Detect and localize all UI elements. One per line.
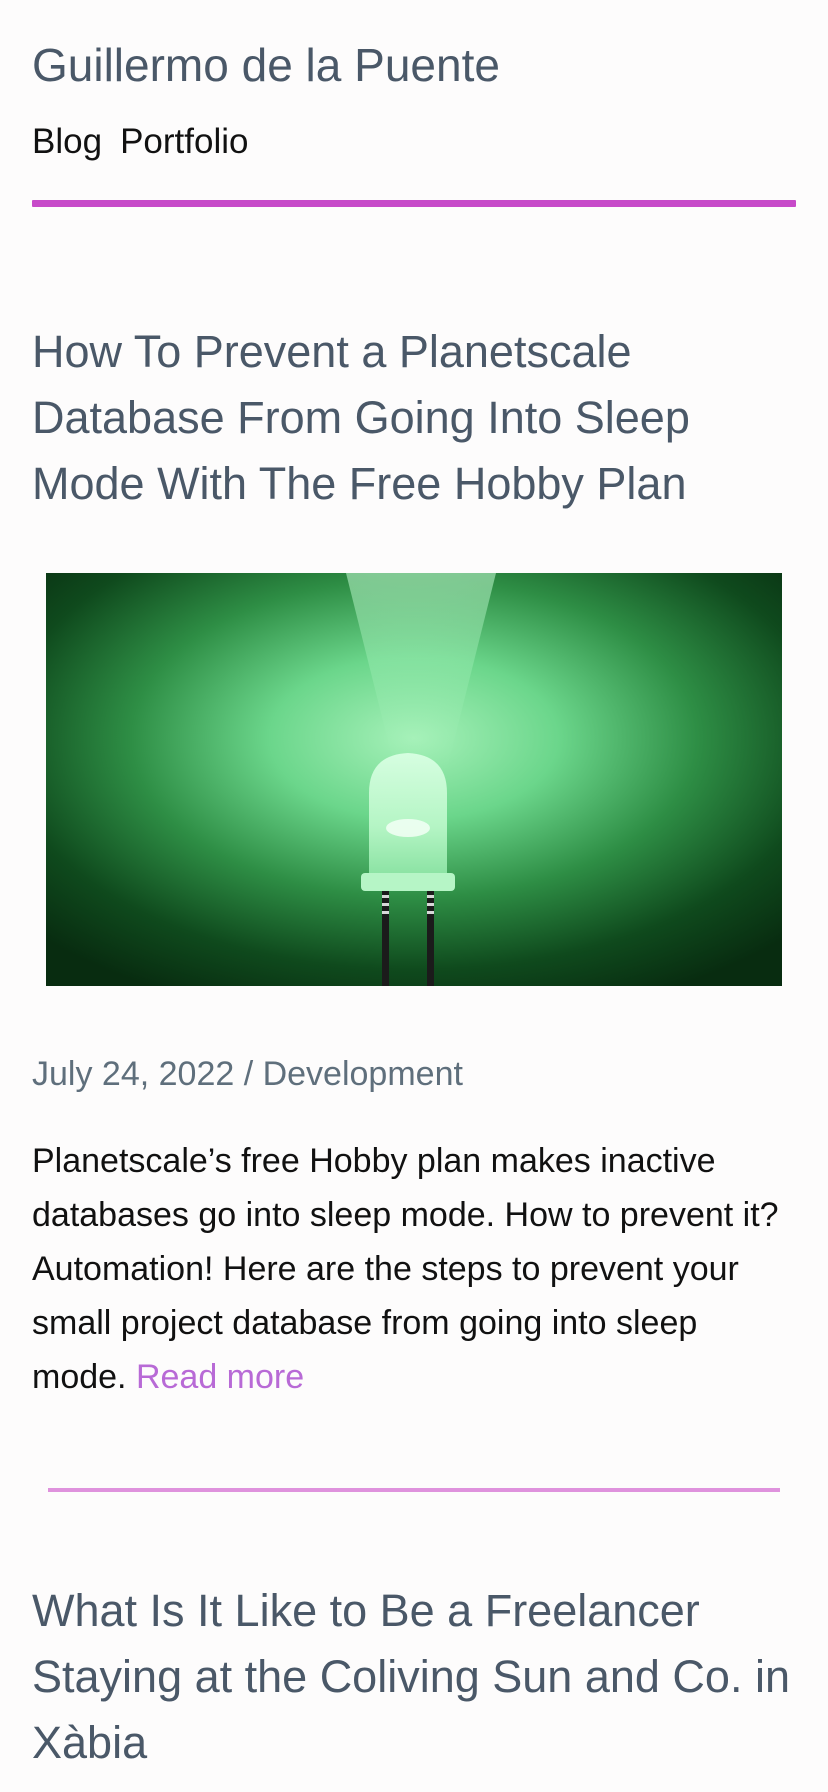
site-title[interactable]: Guillermo de la Puente [32, 0, 796, 92]
site-header: Guillermo de la Puente Blog Portfolio [0, 0, 828, 207]
post-card: How To Prevent a Planetscale Database Fr… [0, 319, 828, 1492]
led-core [386, 819, 430, 837]
post-meta: July 24, 2022 / Development [32, 1055, 463, 1093]
main-nav: Blog Portfolio [32, 122, 796, 162]
led-bulb [369, 753, 447, 875]
post-title[interactable]: How To Prevent a Planetscale Database Fr… [32, 319, 796, 517]
nav-blog-link[interactable]: Blog [32, 122, 102, 162]
post-excerpt: Planetscale’s free Hobby plan makes inac… [32, 1134, 796, 1404]
header-divider [32, 200, 796, 207]
post-card: What Is It Like to Be a Freelancer Stayi… [0, 1578, 828, 1776]
post-title[interactable]: What Is It Like to Be a Freelancer Stayi… [32, 1578, 796, 1776]
nav-portfolio-link[interactable]: Portfolio [120, 122, 248, 162]
post-divider [48, 1488, 780, 1492]
read-more-link[interactable]: Read more [136, 1358, 304, 1396]
green-led-image[interactable] [46, 573, 782, 986]
led-rim [361, 873, 455, 891]
